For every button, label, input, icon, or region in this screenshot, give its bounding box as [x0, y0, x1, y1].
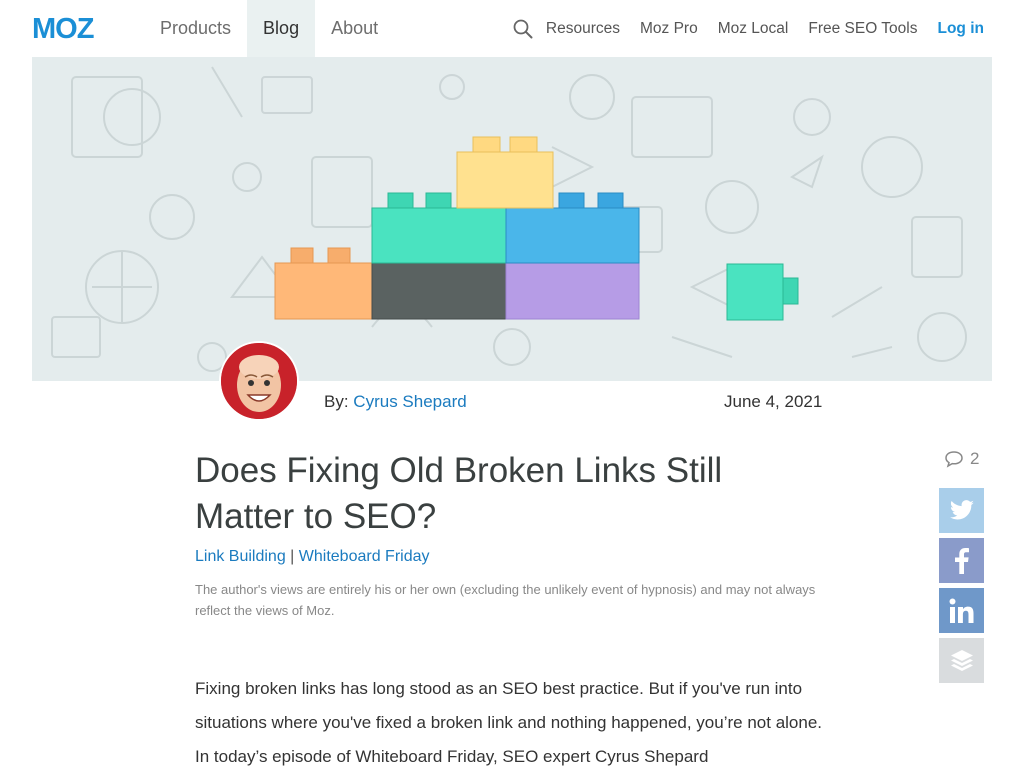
post-date: June 4, 2021 — [724, 392, 823, 411]
share-facebook-button[interactable] — [939, 538, 984, 583]
primary-nav: Products Blog About — [144, 0, 394, 57]
hero-illustration — [32, 57, 992, 381]
comment-icon — [945, 451, 963, 468]
share-buffer-button[interactable] — [939, 638, 984, 683]
twitter-icon — [949, 499, 974, 519]
byline-prefix: By: — [324, 392, 354, 411]
secondary-nav: Resources Moz Pro Moz Local Free SEO Too… — [526, 0, 984, 57]
svg-text:MOZ: MOZ — [32, 15, 94, 41]
top-navigation: MOZ Products Blog About Resources Moz Pr… — [0, 0, 1024, 57]
nav-products[interactable]: Products — [144, 0, 247, 57]
category-link-building[interactable]: Link Building — [195, 548, 286, 565]
moz-logo[interactable]: MOZ — [32, 15, 116, 41]
author-avatar[interactable] — [219, 341, 299, 421]
linkedin-icon — [949, 598, 973, 623]
category-separator: | — [285, 548, 299, 565]
nav-moz-pro[interactable]: Moz Pro — [640, 20, 698, 38]
comment-count-link[interactable]: 2 — [944, 449, 979, 469]
buffer-icon — [950, 649, 973, 671]
nav-moz-local[interactable]: Moz Local — [718, 20, 789, 38]
article-title: Does Fixing Old Broken Links Still Matte… — [195, 451, 723, 536]
author-disclaimer: The author's views are entirely his or h… — [195, 582, 816, 618]
nav-resources[interactable]: Resources — [546, 20, 620, 38]
article-body: Fixing broken links has long stood as an… — [195, 679, 823, 766]
share-linkedin-button[interactable] — [939, 588, 984, 633]
category-links: Link Building | Whiteboard Friday — [195, 548, 430, 566]
facebook-icon — [954, 547, 969, 574]
byline: By: Cyrus Shepard — [324, 392, 467, 412]
author-link[interactable]: Cyrus Shepard — [353, 392, 466, 411]
comment-count: 2 — [970, 449, 980, 468]
nav-about[interactable]: About — [315, 0, 394, 57]
category-whiteboard-friday[interactable]: Whiteboard Friday — [299, 548, 430, 565]
nav-blog[interactable]: Blog — [247, 0, 316, 57]
nav-free-seo-tools[interactable]: Free SEO Tools — [808, 20, 917, 38]
login-link[interactable]: Log in — [938, 20, 985, 38]
share-twitter-button[interactable] — [939, 488, 984, 533]
